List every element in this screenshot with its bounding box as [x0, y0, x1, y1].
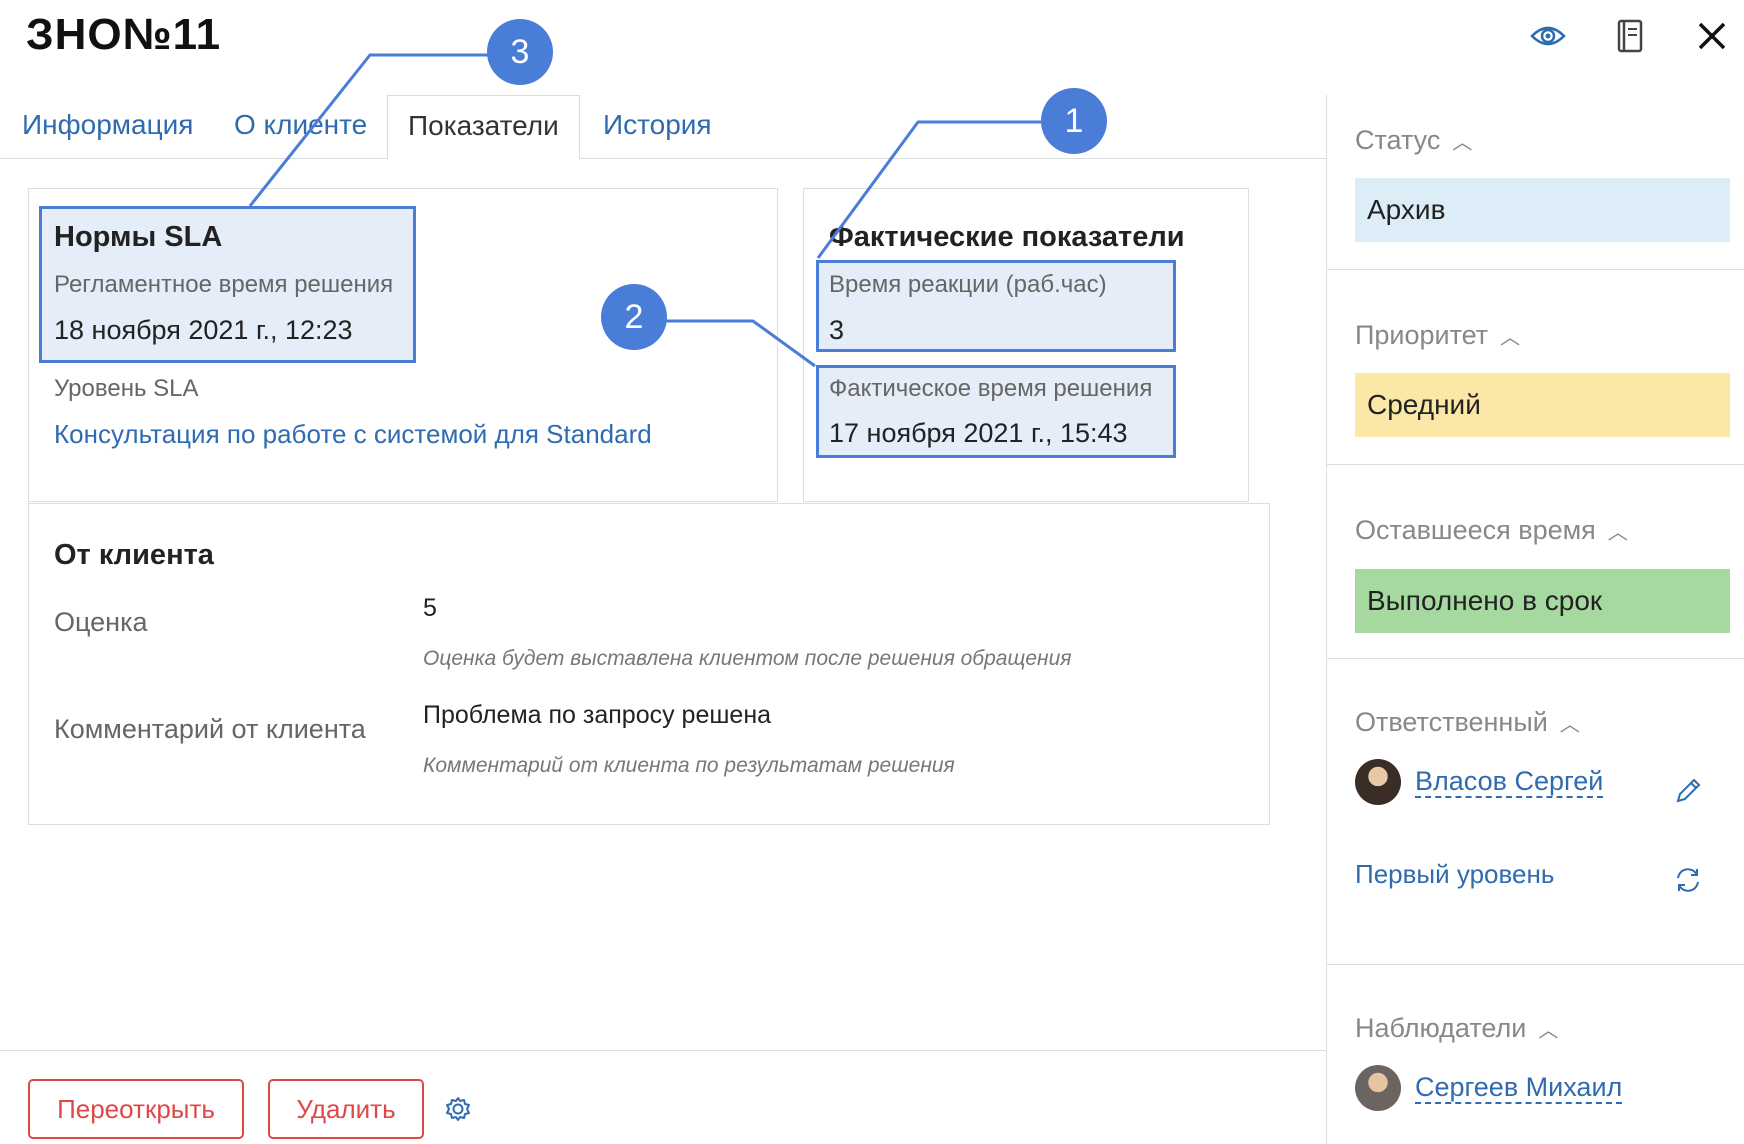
pencil-icon[interactable] [1672, 775, 1704, 807]
reopen-button[interactable]: Переоткрыть [28, 1079, 244, 1139]
reaction-label: Время реакции (раб.час) [829, 271, 1107, 298]
watchers-header[interactable]: Наблюдатели ︿ [1355, 1013, 1558, 1044]
callout-badge-3: 3 [487, 19, 553, 85]
reaction-value: 3 [829, 315, 845, 345]
client-title: От клиента [54, 539, 214, 571]
avatar [1355, 1065, 1401, 1111]
delete-button[interactable]: Удалить [268, 1079, 424, 1139]
responsible-label: Ответственный [1355, 707, 1548, 737]
sla-level-label: Уровень SLA [54, 375, 199, 402]
actual-card: Фактические показатели Время реакции (ра… [803, 188, 1249, 502]
chevron-up-icon: ︿ [1538, 1020, 1559, 1042]
priority-header[interactable]: Приоритет ︿ [1355, 320, 1520, 351]
resolution-label: Фактическое время решения [829, 375, 1153, 402]
comment-hint: Комментарий от клиента по результатам ре… [423, 754, 955, 777]
status-label: Статус [1355, 125, 1441, 155]
watcher-name[interactable]: Сергеев Михаил [1415, 1072, 1623, 1104]
status-header[interactable]: Статус ︿ [1355, 125, 1472, 156]
watcher-person: Сергеев Михаил [1355, 1065, 1623, 1111]
responsible-person: Власов Сергей [1355, 759, 1604, 805]
priority-section: Приоритет ︿ Средний [1327, 270, 1744, 465]
chevron-up-icon: ︿ [1452, 132, 1473, 154]
sla-deadline-value: 18 ноября 2021 г., 12:23 [54, 315, 353, 345]
responsible-name[interactable]: Власов Сергей [1415, 766, 1604, 798]
footer: Переоткрыть Удалить [0, 1050, 1326, 1144]
rating-hint: Оценка будет выставлена клиентом после р… [423, 647, 1072, 670]
callout-badge-1: 1 [1041, 88, 1107, 154]
sidebar: Статус ︿ Архив Приоритет ︿ Средний Оставше… [1326, 95, 1744, 1144]
rating-label: Оценка [54, 607, 148, 637]
tab-client[interactable]: О клиенте [234, 95, 367, 159]
resolution-value: 17 ноября 2021 г., 15:43 [829, 418, 1128, 448]
remaining-label: Оставшееся время [1355, 515, 1596, 545]
refresh-icon[interactable] [1672, 864, 1704, 896]
watchers-label: Наблюдатели [1355, 1013, 1527, 1043]
remaining-value: Выполнено в срок [1355, 569, 1730, 633]
chevron-up-icon: ︿ [1500, 327, 1521, 349]
remaining-header[interactable]: Оставшееся время ︿ [1355, 515, 1628, 546]
responsible-header[interactable]: Ответственный ︿ [1355, 707, 1580, 738]
responsible-group[interactable]: Первый уровень [1355, 859, 1554, 890]
sla-deadline-label: Регламентное время решения [54, 271, 394, 298]
tab-bar: Информация О клиенте Показатели История [0, 95, 1326, 160]
page-title: ЗНО№11 [26, 10, 222, 59]
tab-info[interactable]: Информация [22, 95, 193, 159]
priority-label: Приоритет [1355, 320, 1489, 350]
gear-icon[interactable] [444, 1095, 472, 1123]
priority-value[interactable]: Средний [1355, 373, 1730, 437]
book-icon[interactable] [1608, 14, 1652, 58]
rating-value: 5 [423, 594, 437, 622]
comment-label: Комментарий от клиента [54, 714, 366, 744]
avatar [1355, 759, 1401, 805]
remaining-section: Оставшееся время ︿ Выполнено в срок [1327, 465, 1744, 659]
chevron-up-icon: ︿ [1607, 522, 1628, 544]
callout-badge-2: 2 [601, 284, 667, 350]
eye-icon[interactable] [1526, 14, 1570, 58]
status-section: Статус ︿ Архив [1327, 95, 1744, 270]
tab-indicators[interactable]: Показатели [387, 95, 580, 160]
chevron-up-icon: ︿ [1559, 714, 1580, 736]
sla-title: Нормы SLA [54, 221, 223, 253]
client-card: От клиента Оценка 5 Оценка будет выставл… [28, 503, 1270, 825]
sla-level-link[interactable]: Консультация по работе с системой для St… [54, 419, 652, 450]
actual-title: Фактические показатели [829, 221, 1185, 253]
comment-value: Проблема по запросу решена [423, 701, 772, 729]
close-icon[interactable] [1690, 14, 1734, 58]
header-actions [1526, 14, 1734, 58]
tab-history[interactable]: История [603, 95, 712, 159]
sla-card: Нормы SLA Регламентное время решения 18 … [28, 188, 778, 502]
watchers-section: Наблюдатели ︿ Сергеев Михаил [1327, 965, 1744, 1144]
status-value[interactable]: Архив [1355, 178, 1730, 242]
responsible-section: Ответственный ︿ Власов Сергей Первый уров… [1327, 659, 1744, 965]
